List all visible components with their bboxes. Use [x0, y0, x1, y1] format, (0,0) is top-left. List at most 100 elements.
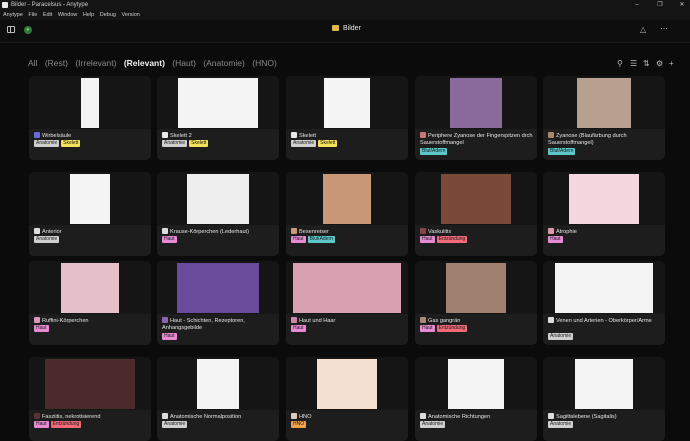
- gallery-card[interactable]: Haut und Haar Haut: [286, 261, 408, 345]
- card-title: Venen und Arterien - Oberkörper/Arme: [548, 317, 662, 325]
- card-tags: Haut: [162, 236, 179, 243]
- card-title-text: Vaskulitis: [428, 229, 452, 235]
- gallery-card[interactable]: Anatomische Richtungen Anatomie: [415, 357, 537, 441]
- window-titlebar: Bilder - Paracelsus - Anytype – ❐ ✕: [0, 0, 690, 10]
- gallery-card[interactable]: Haut - Schichten, Rezeptoren, Anhangsgeb…: [157, 261, 279, 345]
- card-cover-image: [323, 174, 371, 224]
- tag-badge: Entzündung: [436, 236, 468, 243]
- tab-irrelevant[interactable]: (Irrelevant): [75, 58, 116, 68]
- card-title: Krause-Körperchen (Lederhaut): [162, 228, 276, 236]
- card-title: Besenreiser: [291, 228, 405, 236]
- tab-hno[interactable]: (HNO): [252, 58, 277, 68]
- card-cover: [157, 357, 279, 410]
- card-tags: Haut Entzündung: [420, 325, 469, 332]
- menu-debug[interactable]: Debug: [100, 12, 116, 18]
- gallery-card[interactable]: Gas gangrän Haut Entzündung: [415, 261, 537, 345]
- card-title: Skelett 2: [162, 132, 276, 140]
- object-image-icon: [548, 317, 554, 323]
- card-cover-image: [177, 263, 259, 313]
- card-title-text: HNO: [299, 414, 312, 420]
- add-icon[interactable]: +: [669, 59, 674, 68]
- card-title: Ruffini-Körperchen: [34, 317, 148, 325]
- gallery-card[interactable]: Krause-Körperchen (Lederhaut) Haut: [157, 172, 279, 256]
- search-icon[interactable]: ⚲: [617, 59, 623, 68]
- filter-icon[interactable]: ☰: [630, 59, 637, 68]
- card-title-text: Fasziitis, nekrotisierend: [42, 414, 101, 420]
- tag-badge: Anatomie: [34, 236, 60, 243]
- tag-badge: Blut/Adern: [420, 148, 448, 155]
- tab-rest[interactable]: (Rest): [45, 58, 68, 68]
- gallery-card[interactable]: Anterior Anatomie: [29, 172, 151, 256]
- card-tags: Haut: [34, 325, 51, 332]
- card-tags: HNO: [291, 421, 308, 428]
- card-cover: [286, 357, 408, 410]
- view-tabs: All (Rest) (Irrelevant) (Relevant) (Haut…: [28, 58, 282, 68]
- more-icon[interactable]: ⋯: [660, 24, 668, 33]
- gallery-card[interactable]: Venen und Arterien - Oberkörper/Arme Anat…: [543, 261, 665, 345]
- menu-anytype[interactable]: Anytype: [3, 12, 23, 18]
- gallery-card[interactable]: Skelett Anatomie Skelett: [286, 76, 408, 160]
- menu-file[interactable]: File: [28, 12, 37, 18]
- gallery-card[interactable]: Ruffini-Körperchen Haut: [29, 261, 151, 345]
- card-cover-image: [575, 359, 633, 409]
- tag-badge: Haut: [34, 325, 49, 332]
- object-image-icon: [548, 132, 554, 138]
- tag-badge: Anatomie: [291, 140, 317, 147]
- card-tags: Haut Entzündung: [420, 236, 469, 243]
- card-title: Wirbelsäule: [34, 132, 148, 140]
- gallery-card[interactable]: Besenreiser Haut Blut/Adern: [286, 172, 408, 256]
- card-cover: [543, 357, 665, 410]
- tag-badge: Blut/Adern: [307, 236, 335, 243]
- card-cover-image: [81, 78, 99, 128]
- tab-anatomie[interactable]: (Anatomie): [203, 58, 245, 68]
- tab-relevant[interactable]: (Relevant): [124, 58, 165, 68]
- menu-edit[interactable]: Edit: [43, 12, 52, 18]
- card-tags: Haut Blut/Adern: [291, 236, 337, 243]
- card-title-text: Venen und Arterien - Oberkörper/Arme: [556, 318, 652, 324]
- set-title-text: Bilder: [343, 25, 361, 32]
- sort-icon[interactable]: ⇅: [643, 59, 650, 68]
- gallery-card[interactable]: Wirbelsäule Anatomie Skelett: [29, 76, 151, 160]
- card-title: Fasziitis, nekrotisierend: [34, 413, 148, 421]
- gallery-card[interactable]: Anatomische Normalposition Anatomie: [157, 357, 279, 441]
- object-image-icon: [162, 413, 168, 419]
- menu-version[interactable]: Version: [122, 12, 140, 18]
- gallery-card[interactable]: Zyanose (Blaufärbung durch Sauerstoffman…: [543, 76, 665, 160]
- tab-haut[interactable]: (Haut): [172, 58, 196, 68]
- card-tags: Haut Entzündung: [34, 421, 83, 428]
- card-cover-image: [317, 359, 377, 409]
- gallery-card[interactable]: Fasziitis, nekrotisierend Haut Entzündung: [29, 357, 151, 441]
- sidebar-toggle-icon[interactable]: [7, 26, 15, 33]
- tag-badge: Haut: [420, 236, 435, 243]
- menu-help[interactable]: Help: [83, 12, 94, 18]
- object-image-icon: [420, 317, 426, 323]
- gallery-card[interactable]: HNO HNO: [286, 357, 408, 441]
- card-title: Gas gangrän: [420, 317, 534, 325]
- close-icon[interactable]: ✕: [675, 0, 689, 10]
- card-title: Atrophie: [548, 228, 662, 236]
- share-icon[interactable]: △: [640, 25, 646, 34]
- tab-all[interactable]: All: [28, 58, 37, 68]
- card-cover: [543, 261, 665, 314]
- tag-badge: Entzündung: [50, 421, 82, 428]
- card-tags: Anatomie: [34, 236, 61, 243]
- gallery-card[interactable]: Sagittalebene (Sagitalis) Anatomie: [543, 357, 665, 441]
- object-image-icon: [548, 228, 554, 234]
- card-cover: [543, 172, 665, 225]
- gallery-card[interactable]: Periphere Zyanose der Fingerspitzen drch…: [415, 76, 537, 160]
- settings-icon[interactable]: ⚙: [656, 59, 663, 68]
- gallery-card[interactable]: Vaskulitis Haut Entzündung: [415, 172, 537, 256]
- card-title-text: Atrophie: [556, 229, 577, 235]
- minimize-icon[interactable]: –: [630, 0, 644, 10]
- card-title-text: Sagittalebene (Sagitalis): [556, 414, 617, 420]
- card-title: Anatomische Richtungen: [420, 413, 534, 421]
- tag-badge: Haut: [291, 325, 306, 332]
- tag-badge: Haut: [420, 325, 435, 332]
- card-cover-image: [441, 174, 511, 224]
- gallery-card[interactable]: Skelett 2 Anatomie Skelett: [157, 76, 279, 160]
- maximize-icon[interactable]: ❐: [653, 0, 667, 10]
- menu-window[interactable]: Window: [58, 12, 78, 18]
- space-avatar[interactable]: P: [24, 26, 32, 34]
- gallery-card[interactable]: Atrophie Haut: [543, 172, 665, 256]
- card-title: Periphere Zyanose der Fingerspitzen drch…: [420, 132, 534, 147]
